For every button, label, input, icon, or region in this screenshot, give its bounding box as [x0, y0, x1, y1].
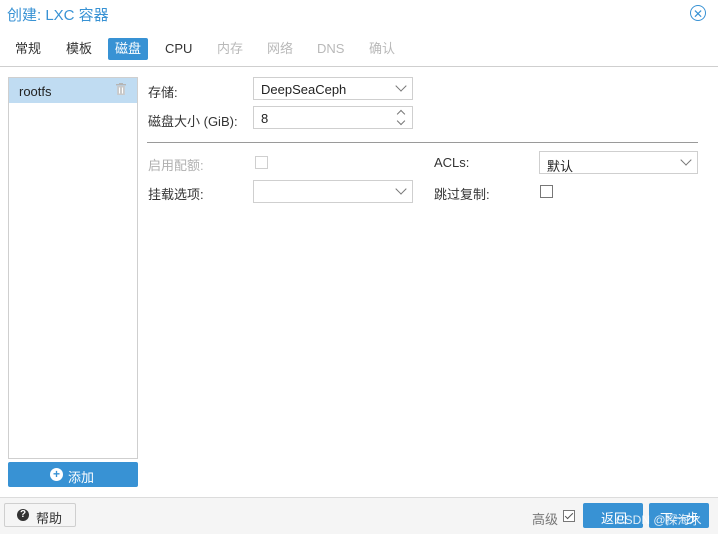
tab-template[interactable]: 模板 — [59, 38, 99, 60]
acls-select[interactable]: 默认 — [539, 151, 698, 174]
tab-cpu[interactable]: CPU — [158, 38, 199, 60]
disk-list — [8, 77, 138, 459]
watermark: CSDN @探海水 — [616, 513, 702, 527]
spin-down-icon[interactable] — [396, 116, 406, 126]
mount-options-select[interactable] — [253, 180, 413, 203]
chevron-down-icon — [395, 80, 407, 92]
tab-general[interactable]: 常规 — [8, 38, 48, 60]
skip-replication-label: 跳过复制: — [434, 187, 490, 202]
acls-label: ACLs: — [434, 155, 470, 170]
check-icon — [564, 510, 574, 520]
dialog-title: 创建: LXC 容器 — [7, 7, 109, 24]
chevron-down-icon — [395, 183, 407, 195]
quota-label: 启用配额: — [148, 158, 204, 173]
advanced-checkbox[interactable] — [563, 510, 575, 522]
close-icon[interactable]: ✕ — [690, 5, 706, 21]
question-circle-icon: ? — [17, 509, 29, 521]
advanced-label: 高级 — [532, 512, 559, 527]
disk-size-label: 磁盘大小 (GiB): — [148, 114, 238, 129]
tab-dns: DNS — [317, 41, 345, 56]
tab-memory: 内存 — [217, 41, 244, 56]
chevron-down-icon — [680, 154, 692, 166]
disk-list-item-label: rootfs — [19, 84, 52, 99]
storage-select[interactable]: DeepSeaCeph — [253, 77, 413, 100]
storage-label: 存储: — [148, 85, 178, 100]
add-disk-button[interactable]: + 添加 — [8, 462, 138, 487]
section-divider — [147, 142, 698, 143]
disk-size-stepper[interactable]: 8 — [253, 106, 413, 129]
plus-circle-icon: + — [50, 468, 63, 481]
tab-disks[interactable]: 磁盘 — [108, 38, 149, 60]
help-button[interactable]: ? 帮助 — [4, 503, 76, 527]
tab-network: 网络 — [267, 41, 294, 56]
skip-replication-checkbox[interactable] — [540, 185, 553, 198]
tab-confirm: 确认 — [369, 41, 396, 56]
trash-icon[interactable] — [116, 83, 126, 95]
mount-options-label: 挂载选项: — [148, 187, 204, 202]
quota-checkbox — [255, 156, 268, 169]
